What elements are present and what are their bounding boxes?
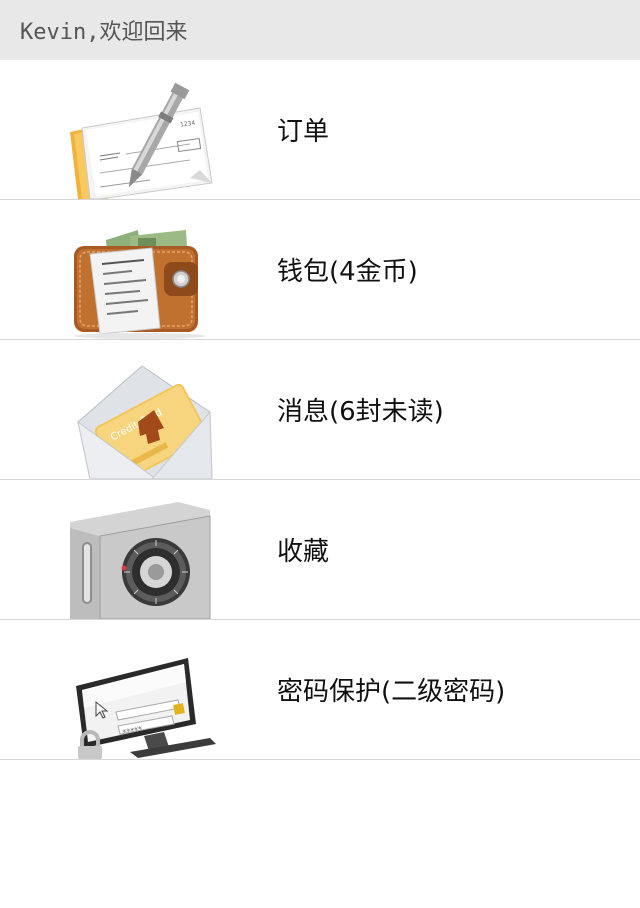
menu-label-favorites: 收藏 bbox=[277, 537, 330, 567]
menu-item-orders[interactable]: 1234 订单 bbox=[0, 60, 640, 200]
menu-label-password-protection: 密码保护(二级密码) bbox=[277, 677, 506, 707]
menu-list: 1234 订单 钱包(4金币) Credit Card 消息(6封未读) 收藏 … bbox=[0, 60, 640, 760]
menu-item-messages[interactable]: Credit Card 消息(6封未读) bbox=[0, 340, 640, 480]
check-order-icon: 1234 bbox=[60, 60, 230, 199]
safe-icon bbox=[60, 480, 230, 619]
monitor-lock-icon: ***** bbox=[60, 620, 230, 759]
envelope-icon: Credit Card bbox=[60, 340, 230, 479]
header-bar: Kevin,欢迎回来 bbox=[0, 0, 640, 60]
wallet-icon bbox=[60, 200, 230, 339]
menu-label-wallet: 钱包(4金币) bbox=[277, 257, 418, 287]
menu-label-orders: 订单 bbox=[277, 117, 330, 147]
menu-item-password-protection[interactable]: ***** 密码保护(二级密码) bbox=[0, 620, 640, 760]
menu-item-wallet[interactable]: 钱包(4金币) bbox=[0, 200, 640, 340]
menu-label-messages: 消息(6封未读) bbox=[277, 397, 444, 427]
welcome-title: Kevin,欢迎回来 bbox=[20, 20, 188, 45]
menu-item-favorites[interactable]: 收藏 bbox=[0, 480, 640, 620]
